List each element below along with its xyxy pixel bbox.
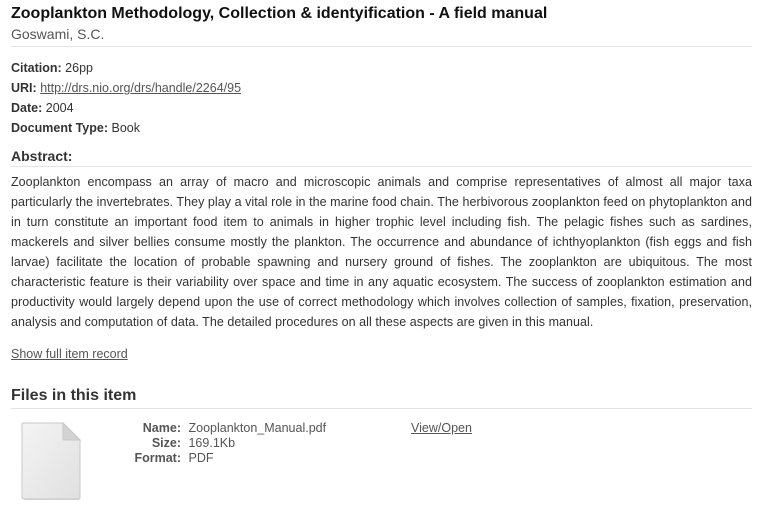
file-size-value: 169.1Kb xyxy=(188,436,236,450)
citation-value: 26pp xyxy=(65,61,93,75)
uri-row: URI: http://drs.nio.org/drs/handle/2264/… xyxy=(11,78,752,98)
file-size-row: Size: 169.1Kb xyxy=(111,436,326,451)
view-open-link[interactable]: View/Open xyxy=(411,421,472,436)
document-type-label: Document Type: xyxy=(11,121,108,135)
file-metadata: Name: Zooplankton_Manual.pdf Size: 169.1… xyxy=(111,421,326,466)
metadata-section: Citation: 26pp URI: http://drs.nio.org/d… xyxy=(11,58,752,138)
document-type-value: Book xyxy=(111,121,140,135)
item-author: Goswami, S.C. xyxy=(11,24,752,47)
citation-label: Citation: xyxy=(11,61,62,75)
files-heading: Files in this item xyxy=(11,387,752,409)
abstract-text: Zooplankton encompass an array of macro … xyxy=(11,175,752,329)
file-format-value: PDF xyxy=(188,451,214,465)
file-document-icon[interactable] xyxy=(21,421,82,500)
file-name-row: Name: Zooplankton_Manual.pdf xyxy=(111,421,326,436)
document-type-row: Document Type: Book xyxy=(11,118,752,138)
item-title: Zooplankton Methodology, Collection & id… xyxy=(11,5,548,22)
file-size-label: Size: xyxy=(151,436,181,450)
file-format-label: Format: xyxy=(134,451,181,465)
abstract-heading: Abstract: xyxy=(11,148,752,167)
item-view: Zooplankton Methodology, Collection & id… xyxy=(11,4,752,509)
uri-label: URI: xyxy=(11,81,37,95)
uri-link[interactable]: http://drs.nio.org/drs/handle/2264/95 xyxy=(40,81,241,95)
file-format-row: Format: PDF xyxy=(111,451,326,466)
file-item: Name: Zooplankton_Manual.pdf Size: 169.1… xyxy=(11,419,752,509)
citation-row: Citation: 26pp xyxy=(11,58,752,78)
show-full-record-link[interactable]: Show full item record xyxy=(11,346,128,362)
date-value: 2004 xyxy=(45,101,74,115)
file-name-label: Name: xyxy=(142,421,181,435)
file-name-value: Zooplankton_Manual.pdf xyxy=(188,421,327,435)
date-row: Date: 2004 xyxy=(11,98,752,118)
date-label: Date: xyxy=(11,101,43,115)
